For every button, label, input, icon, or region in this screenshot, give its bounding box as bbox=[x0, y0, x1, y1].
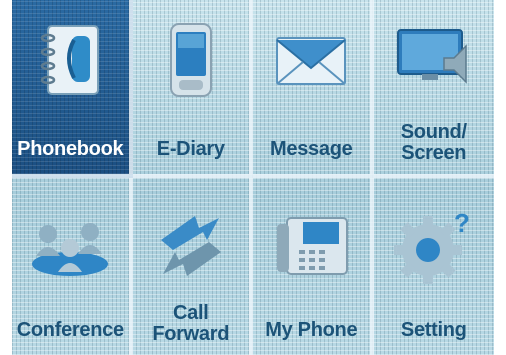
desk-phone-icon bbox=[269, 204, 353, 288]
menu-item-sound-screen[interactable]: Sound/ Screen bbox=[373, 0, 494, 178]
menu-item-label: Call Forward bbox=[152, 302, 230, 345]
menu-item-label: My Phone bbox=[265, 319, 358, 341]
phone-screen: Phonebook E-Diary Message Sound/ Screen … bbox=[12, 0, 494, 355]
menu-item-label: Phonebook bbox=[17, 137, 124, 160]
phonebook-icon bbox=[28, 18, 112, 102]
svg-text:?: ? bbox=[454, 208, 470, 238]
menu-item-label: Conference bbox=[16, 319, 124, 341]
menu-item-conference[interactable]: Conference bbox=[12, 177, 133, 355]
menu-item-call-forward[interactable]: Call Forward bbox=[133, 177, 253, 355]
menu-item-e-diary[interactable]: E-Diary bbox=[132, 0, 253, 178]
menu-item-message[interactable]: Message bbox=[253, 0, 374, 178]
menu-item-label: Sound/ Screen bbox=[400, 120, 467, 164]
gear-icon: ? bbox=[392, 204, 476, 288]
diary-icon bbox=[149, 18, 233, 102]
menu-item-phonebook[interactable]: Phonebook bbox=[12, 0, 133, 178]
menu-item-label: Message bbox=[270, 137, 353, 160]
call-forward-icon bbox=[149, 204, 233, 288]
envelope-icon bbox=[269, 18, 353, 102]
menu-item-label: Setting bbox=[400, 319, 467, 341]
main-menu-grid: Phonebook E-Diary Message Sound/ Screen … bbox=[12, 0, 494, 355]
menu-item-setting[interactable]: ? Setting bbox=[374, 178, 495, 355]
menu-item-label: E-Diary bbox=[156, 137, 225, 160]
conference-icon bbox=[28, 204, 112, 288]
sound-screen-icon bbox=[392, 18, 476, 102]
menu-item-my-phone[interactable]: My Phone bbox=[253, 177, 374, 355]
